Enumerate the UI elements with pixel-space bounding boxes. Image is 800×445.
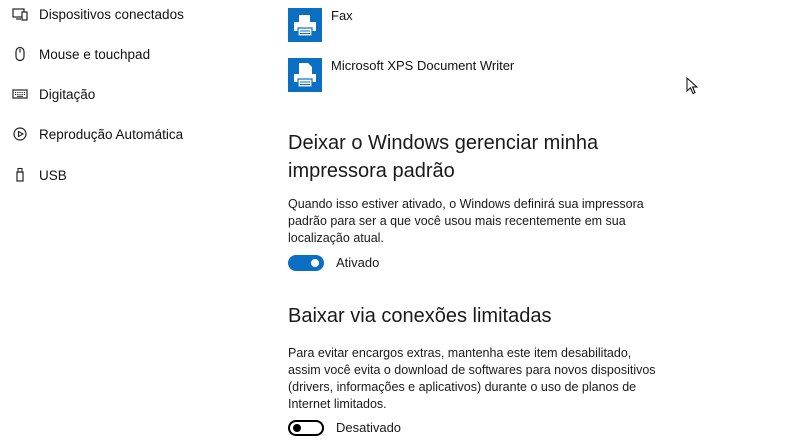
sidebar-item-autoplay[interactable]: Reprodução Automática [0,114,260,154]
sidebar-item-usb[interactable]: USB [0,155,260,195]
keyboard-icon [12,86,28,102]
metered-connection-toggle-row: Desativado [288,420,488,440]
printer-label: Fax [331,8,353,23]
connected-devices-icon [12,6,28,22]
default-printer-toggle-row: Ativado [288,255,488,275]
sidebar-item-mouse[interactable]: Mouse e touchpad [0,34,260,74]
toggle-knob [311,259,319,267]
sidebar-item-connected-devices[interactable]: Dispositivos conectados [0,0,260,34]
mouse-cursor-icon [686,76,699,95]
mouse-icon [12,46,28,62]
toggle-knob [293,424,301,432]
metered-connection-toggle-label: Desativado [336,420,402,435]
sidebar-item-label: USB [39,167,67,183]
sidebar: Dispositivos conectados Mouse e touchpad… [0,0,270,445]
printer-item-xps[interactable]: Microsoft XPS Document Writer [288,58,628,94]
sidebar-item-label: Digitação [39,86,96,102]
sidebar-item-label: Reprodução Automática [39,126,184,142]
sidebar-item-label: Dispositivos conectados [39,6,184,22]
main-content: Fax Microsoft XPS Document Writer Deixar… [288,0,788,445]
default-printer-description: Quando isso estiver ativado, o Windows d… [288,197,644,245]
printer-label: Microsoft XPS Document Writer [331,58,515,73]
metered-connection-toggle[interactable] [288,420,324,436]
metered-connection-heading: Baixar via conexões limitadas [288,305,552,327]
document-printer-icon [288,58,322,92]
printer-item-fax[interactable]: Fax [288,8,628,44]
fax-printer-icon [288,8,322,42]
metered-connection-description: Para evitar encargos extras, mantenha es… [288,346,656,411]
sidebar-item-typing[interactable]: Digitação [0,74,260,114]
sidebar-item-label: Mouse e touchpad [39,46,151,62]
default-printer-toggle-label: Ativado [336,255,380,270]
autoplay-icon [12,126,28,142]
usb-icon [12,167,28,183]
default-printer-toggle[interactable] [288,255,324,271]
default-printer-heading: Deixar o Windows gerenciar minha impress… [288,132,599,182]
